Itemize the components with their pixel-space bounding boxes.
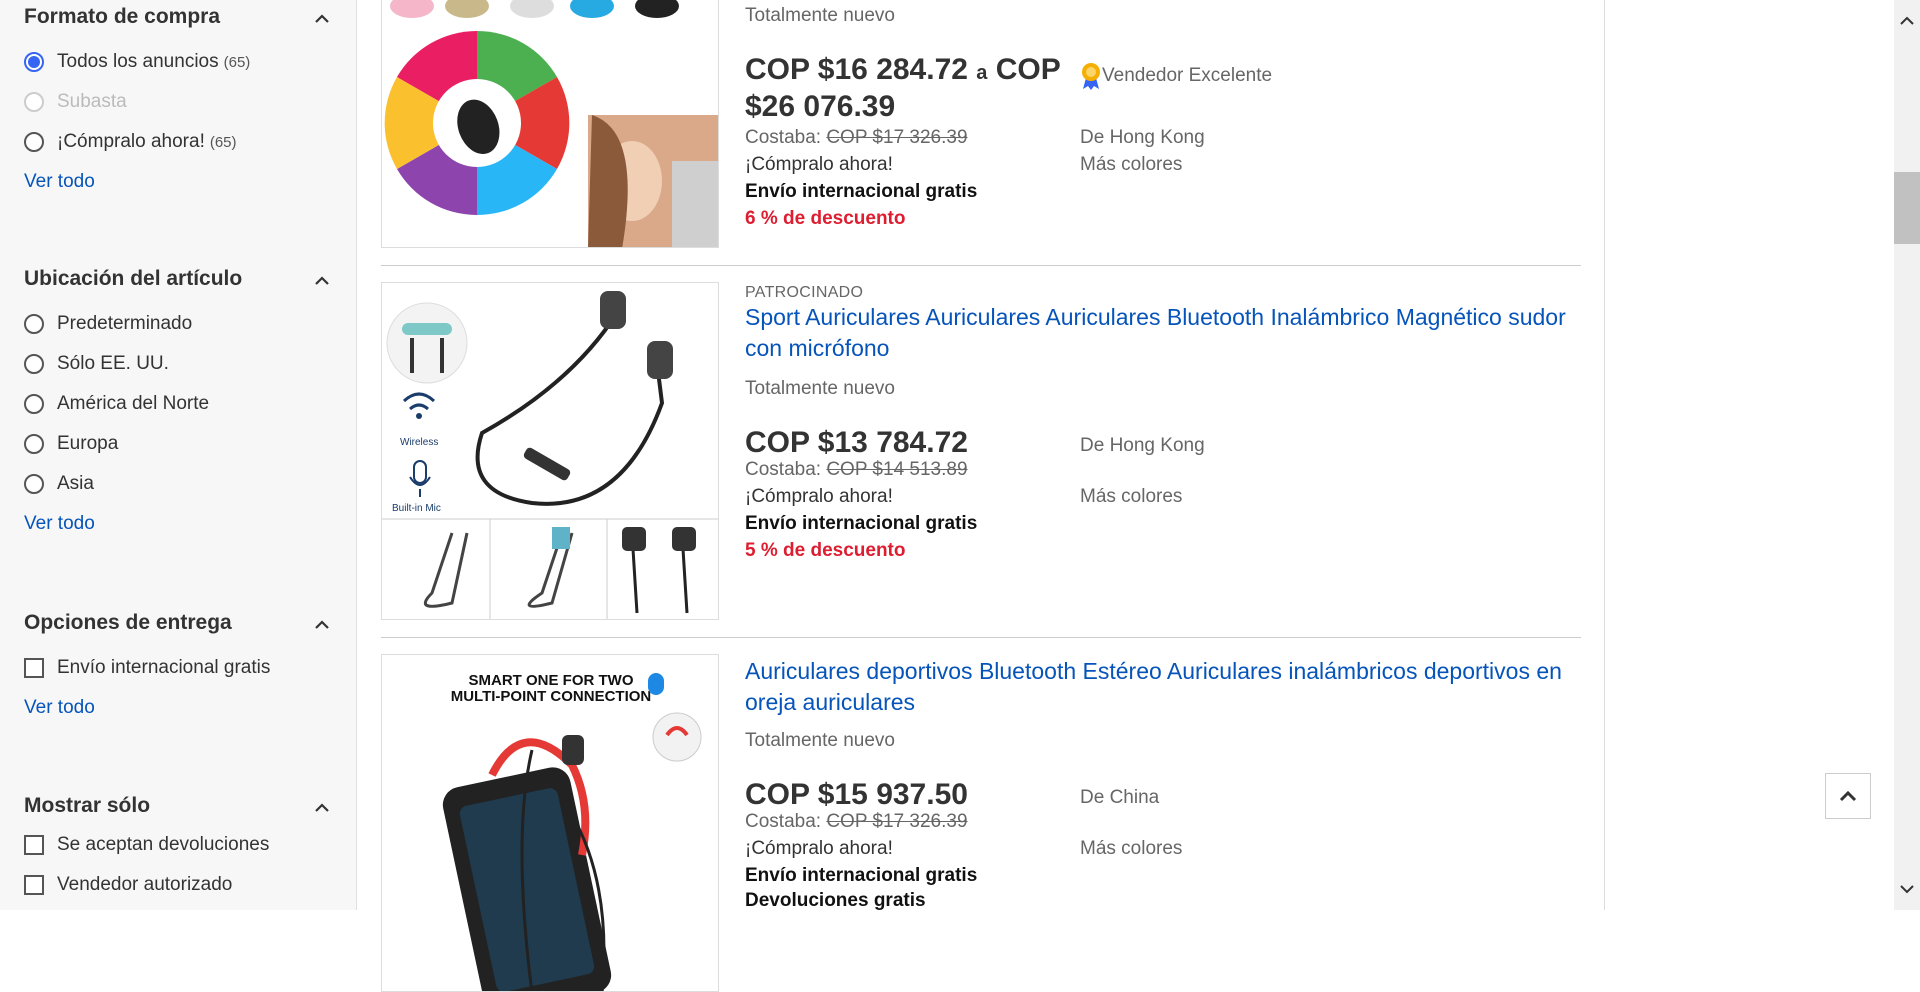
radio-button[interactable]: [24, 314, 44, 334]
facet-title: Mostrar sólo: [24, 794, 151, 817]
radio-compralo[interactable]: ¡Cómpralo ahora! (65): [24, 122, 334, 162]
checkbox-devoluciones[interactable]: Se aceptan devoluciones: [24, 825, 334, 865]
scrollbar-thumb[interactable]: [1894, 172, 1920, 244]
radio-eeuu[interactable]: Sólo EE. UU.: [24, 344, 334, 384]
radio-subasta: Subasta: [24, 82, 334, 122]
chevron-up-icon[interactable]: [310, 7, 334, 31]
item-price: COP $16 284.72 a COP $26 076.39: [745, 53, 1061, 123]
see-all-link[interactable]: Ver todo: [24, 688, 334, 728]
facet-ubicacion: Ubicación del artículo Predeterminado Só…: [24, 265, 334, 544]
item-shipping: Envío internacional gratis: [745, 513, 978, 534]
radio-predeterminado[interactable]: Predeterminado: [24, 304, 334, 344]
facet-title: Ubicación del artículo: [24, 267, 243, 290]
item-discount: 6 % de descuento: [745, 208, 906, 229]
content-border: [1604, 0, 1605, 910]
product-image[interactable]: SMART ONE FOR TWO MULTI-POINT CONNECTION: [381, 654, 719, 992]
item-price: COP $13 784.72: [745, 426, 968, 459]
chevron-up-icon[interactable]: [310, 269, 334, 293]
item-separator: [381, 265, 1581, 266]
see-all-link[interactable]: Ver todo: [24, 504, 334, 544]
chevron-up-icon[interactable]: [310, 613, 334, 637]
item-was-price: Costaba: COP $17 326.39: [745, 811, 968, 832]
radio-button: [24, 92, 44, 112]
checkbox[interactable]: [24, 835, 44, 855]
earbud-color-wheel-image: [382, 0, 718, 247]
facet-title: Formato de compra: [24, 5, 221, 28]
facet-entrega: Opciones de entrega Envío internacional …: [24, 609, 334, 728]
item-title-link[interactable]: Sport Auriculares Auriculares Auriculare…: [745, 302, 1575, 364]
checkbox-vendedor-autorizado[interactable]: Vendedor autorizado: [24, 865, 334, 905]
item-was-price: Costaba: COP $17 326.39: [745, 127, 968, 148]
facet-formato: Formato de compra Todos los anuncios (65)…: [24, 3, 334, 202]
item-location: De China: [1080, 787, 1160, 808]
facet-mostrar: Mostrar sólo Se aceptan devoluciones Ven…: [24, 792, 334, 905]
checkbox-envio-gratis[interactable]: Envío internacional gratis: [24, 648, 334, 688]
product-image[interactable]: [381, 0, 719, 248]
item-title-link[interactable]: Auriculares deportivos Bluetooth Estéreo…: [745, 656, 1575, 718]
scroll-up-arrow-icon[interactable]: [1898, 12, 1916, 30]
item-location: De Hong Kong: [1080, 435, 1205, 456]
result-item: Totalmente nuevo COP $16 284.72 a COP $2…: [381, 0, 1581, 265]
mic-label: Built-in Mic: [392, 503, 441, 514]
item-shipping: Envío internacional gratis: [745, 865, 978, 886]
item-was-price: Costaba: COP $14 513.89: [745, 459, 968, 480]
item-condition: Totalmente nuevo: [745, 5, 895, 26]
filter-sidebar: Formato de compra Todos los anuncios (65)…: [0, 0, 357, 910]
item-separator: [381, 637, 1581, 638]
item-more-colors: Más colores: [1080, 154, 1183, 175]
item-buy-format: ¡Cómpralo ahora!: [745, 154, 893, 175]
radio-todos[interactable]: Todos los anuncios (65): [24, 42, 334, 82]
page-scrollbar[interactable]: [1894, 0, 1920, 910]
award-ribbon-icon: [1082, 63, 1100, 90]
checkbox[interactable]: [24, 875, 44, 895]
chevron-up-icon[interactable]: [310, 796, 334, 820]
sport-earphones-phone-image: SMART ONE FOR TWO MULTI-POINT CONNECTION: [382, 655, 718, 991]
item-buy-format: ¡Cómpralo ahora!: [745, 486, 893, 507]
result-item: Wireless Built-in Mic PATROCINADO Sport …: [381, 282, 1581, 622]
top-rated-seller-badge: Vendedor Excelente: [1080, 62, 1272, 90]
radio-asia[interactable]: Asia: [24, 464, 334, 504]
image-caption-1: SMART ONE FOR TWO: [469, 672, 634, 689]
see-all-link[interactable]: Ver todo: [24, 162, 334, 202]
product-image[interactable]: Wireless Built-in Mic: [381, 282, 719, 620]
sponsored-label: PATROCINADO: [745, 284, 864, 301]
checkbox[interactable]: [24, 658, 44, 678]
item-returns: Devoluciones gratis: [745, 890, 926, 911]
radio-europa[interactable]: Europa: [24, 424, 334, 464]
item-location: De Hong Kong: [1080, 127, 1205, 148]
chevron-up-icon: [1839, 790, 1857, 802]
radio-button[interactable]: [24, 132, 44, 152]
radio-button[interactable]: [24, 354, 44, 374]
radio-button[interactable]: [24, 474, 44, 494]
item-buy-format: ¡Cómpralo ahora!: [745, 838, 893, 859]
facet-title: Opciones de entrega: [24, 611, 232, 634]
radio-america-norte[interactable]: América del Norte: [24, 384, 334, 424]
item-more-colors: Más colores: [1080, 838, 1183, 859]
item-discount: 5 % de descuento: [745, 540, 906, 561]
result-item: SMART ONE FOR TWO MULTI-POINT CONNECTION…: [381, 654, 1581, 992]
item-shipping: Envío internacional gratis: [745, 181, 978, 202]
item-more-colors: Más colores: [1080, 486, 1183, 507]
item-condition: Totalmente nuevo: [745, 378, 895, 399]
radio-button[interactable]: [24, 434, 44, 454]
radio-button[interactable]: [24, 394, 44, 414]
scroll-down-arrow-icon[interactable]: [1898, 880, 1916, 898]
image-caption-2: MULTI-POINT CONNECTION: [451, 688, 652, 705]
item-price: COP $15 937.50: [745, 778, 968, 811]
item-condition: Totalmente nuevo: [745, 730, 895, 751]
back-to-top-button[interactable]: [1825, 773, 1871, 819]
magnetic-earphones-image: Wireless Built-in Mic: [382, 283, 718, 619]
wireless-label: Wireless: [400, 437, 438, 448]
radio-button[interactable]: [24, 52, 44, 72]
